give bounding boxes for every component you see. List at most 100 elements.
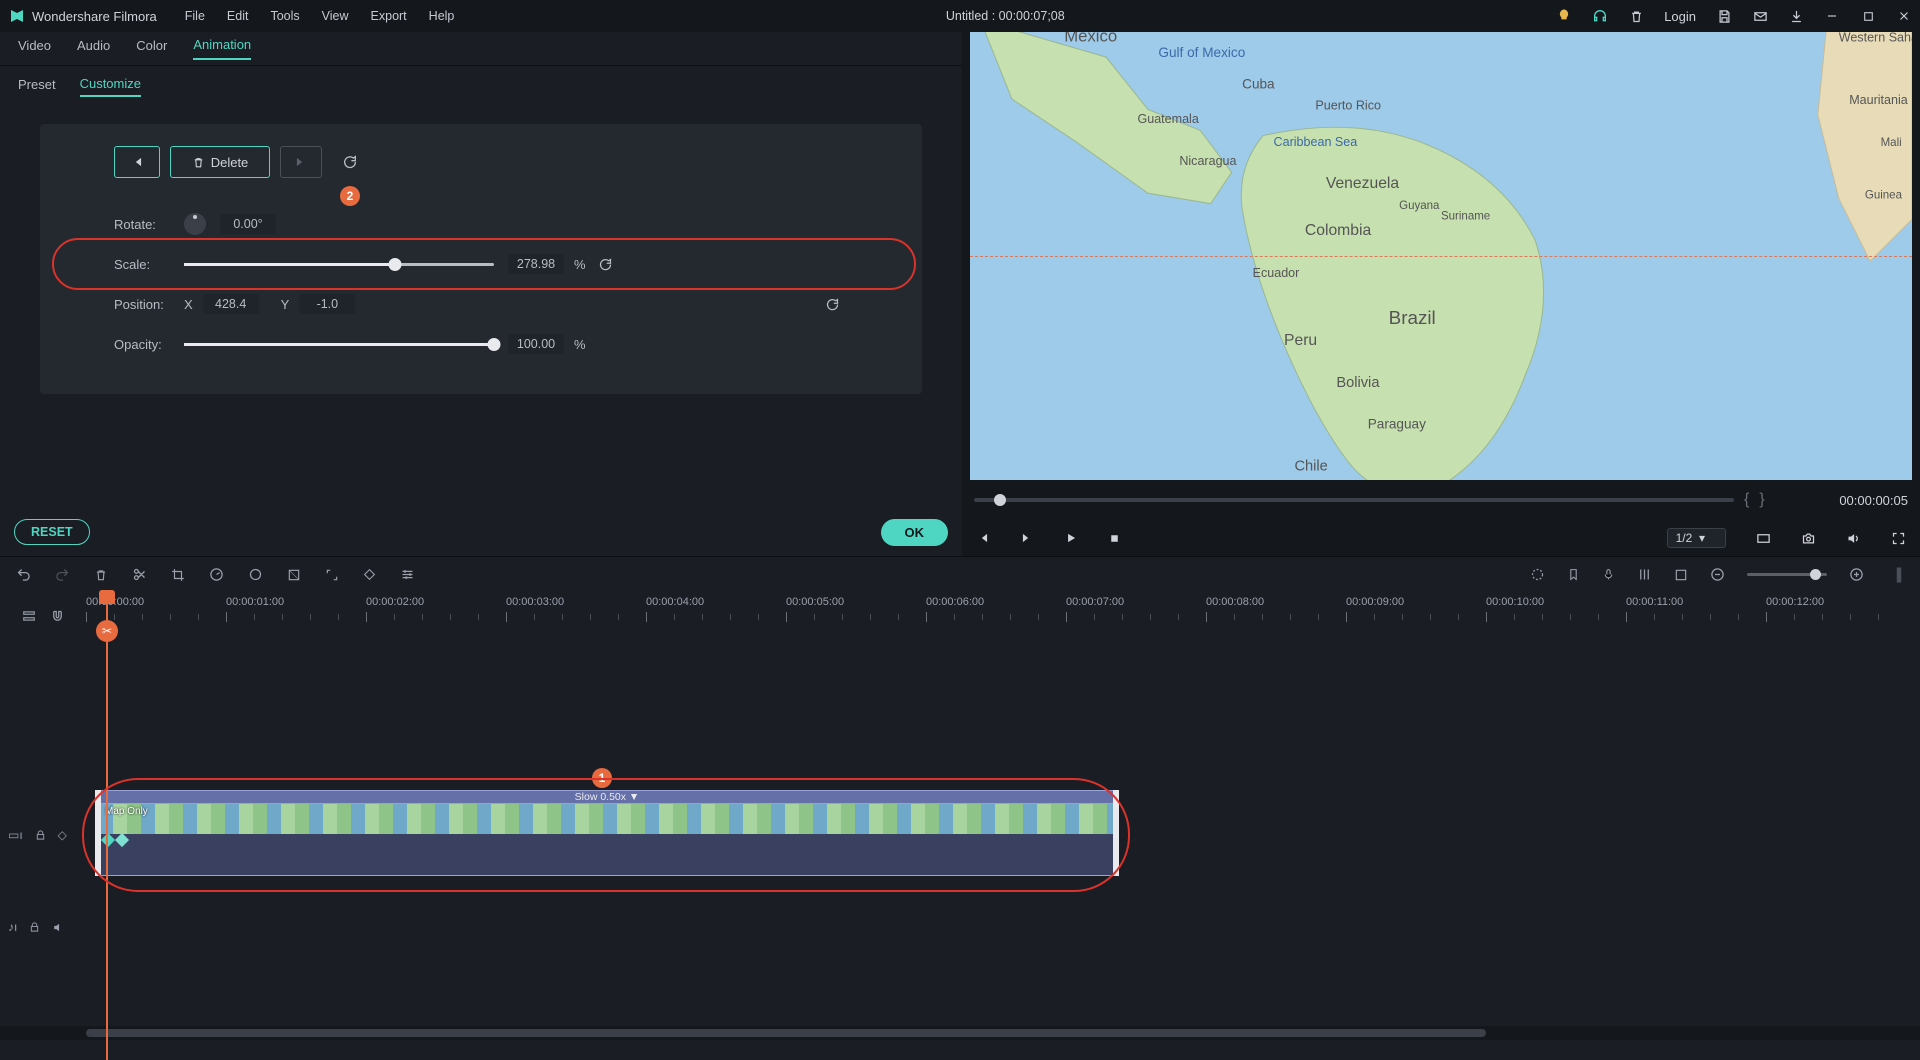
opacity-slider[interactable] xyxy=(184,343,494,346)
reset-button[interactable]: RESET xyxy=(14,519,90,545)
headset-icon[interactable] xyxy=(1592,8,1608,24)
prev-frame-icon[interactable] xyxy=(976,531,990,545)
subtab-preset[interactable]: Preset xyxy=(18,77,56,96)
svg-text:Caribbean Sea: Caribbean Sea xyxy=(1274,135,1358,149)
green-screen-icon[interactable] xyxy=(287,568,301,582)
opacity-row: Opacity: 100.00 % xyxy=(64,324,898,364)
svg-text:Cuba: Cuba xyxy=(1242,77,1275,92)
tab-animation[interactable]: Animation xyxy=(193,37,251,60)
svg-text:Gulf of Mexico: Gulf of Mexico xyxy=(1158,45,1245,60)
ok-button[interactable]: OK xyxy=(881,519,949,546)
volume-icon[interactable] xyxy=(1846,531,1861,546)
preview-progress[interactable] xyxy=(974,498,1734,502)
rotate-knob[interactable] xyxy=(184,213,206,235)
prev-keyframe-button[interactable] xyxy=(114,146,160,178)
tracks-area[interactable]: ▭ı ◇ Slow 0.50x ▼ Map Only xyxy=(0,640,1920,1026)
minimize-icon[interactable] xyxy=(1824,8,1840,24)
timeline-ruler[interactable]: 00:00:00:0000:00:01:0000:00:02:0000:00:0… xyxy=(86,592,1920,640)
document-title: Untitled : 00:00:07;08 xyxy=(454,9,1556,23)
opacity-unit: % xyxy=(574,337,586,352)
ruler-tick: 00:00:06:00 xyxy=(926,596,984,608)
maximize-icon[interactable] xyxy=(1860,8,1876,24)
menu-edit[interactable]: Edit xyxy=(227,9,249,23)
position-reset-icon[interactable] xyxy=(825,297,840,312)
delete-clip-icon[interactable] xyxy=(94,568,108,582)
scale-reset-icon[interactable] xyxy=(598,257,613,272)
zoom-fit-icon[interactable] xyxy=(1894,566,1904,584)
mail-icon[interactable] xyxy=(1752,8,1768,24)
svg-text:Ecuador: Ecuador xyxy=(1253,266,1300,280)
ruler-tick: 00:00:04:00 xyxy=(646,596,704,608)
timeline-scrollbar[interactable] xyxy=(0,1026,1920,1040)
track-toggle-icon[interactable]: ◇ xyxy=(58,828,67,842)
preview-quality-icon[interactable] xyxy=(1756,531,1771,546)
audio-mixer-icon[interactable] xyxy=(1637,567,1652,582)
mix-icon[interactable] xyxy=(1530,567,1545,582)
menu-view[interactable]: View xyxy=(322,9,349,23)
zoom-out-icon[interactable] xyxy=(1710,567,1725,582)
reset-keyframes-icon[interactable] xyxy=(342,154,358,170)
clip-handle-right[interactable] xyxy=(1113,790,1119,876)
clip-keyframe-strip[interactable] xyxy=(98,834,1116,846)
clip-handle-left[interactable] xyxy=(95,790,101,876)
split-icon[interactable] xyxy=(132,567,147,582)
download-icon[interactable] xyxy=(1788,8,1804,24)
redo-icon[interactable] xyxy=(55,567,70,582)
next-frame-icon[interactable] xyxy=(1020,531,1034,545)
login-link[interactable]: Login xyxy=(1664,9,1696,24)
next-keyframe-button xyxy=(280,146,322,178)
video-clip[interactable]: Slow 0.50x ▼ Map Only xyxy=(98,790,1116,876)
trash-icon[interactable] xyxy=(1628,8,1644,24)
scale-slider[interactable] xyxy=(184,263,494,266)
audio-mute-icon[interactable] xyxy=(52,921,65,934)
adjust-icon[interactable] xyxy=(400,567,415,582)
position-y-value[interactable]: -1.0 xyxy=(299,294,355,314)
timeline-zoom-slider[interactable] xyxy=(1747,573,1827,576)
rotate-value[interactable]: 0.00° xyxy=(220,214,276,234)
menu-export[interactable]: Export xyxy=(371,9,407,23)
track-lock-icon[interactable] xyxy=(35,829,46,841)
menu-tools[interactable]: Tools xyxy=(270,9,299,23)
crop-icon[interactable] xyxy=(171,568,185,582)
expand-icon[interactable] xyxy=(325,568,339,582)
mark-out-icon[interactable]: } xyxy=(1759,491,1764,509)
audio-lock-icon[interactable] xyxy=(29,921,40,933)
tab-video[interactable]: Video xyxy=(18,38,51,59)
playhead-scissors-icon[interactable]: ✂ xyxy=(96,620,118,642)
playhead[interactable]: ✂ xyxy=(106,592,108,1060)
fullscreen-icon[interactable] xyxy=(1891,531,1906,546)
menu-file[interactable]: File xyxy=(185,9,205,23)
svg-text:Colombia: Colombia xyxy=(1305,222,1372,239)
ruler-tick: 00:00:10:00 xyxy=(1486,596,1544,608)
zoom-in-icon[interactable] xyxy=(1849,567,1864,582)
tab-color[interactable]: Color xyxy=(136,38,167,59)
preview-canvas[interactable]: Mexico Gulf of Mexico Cuba Puerto Rico G… xyxy=(970,32,1912,480)
color-icon[interactable] xyxy=(248,567,263,582)
stop-icon[interactable] xyxy=(1108,532,1121,545)
opacity-value[interactable]: 100.00 xyxy=(508,334,564,354)
speed-icon[interactable] xyxy=(209,567,224,582)
keyframe-tool-icon[interactable] xyxy=(363,568,376,581)
delete-keyframe-button[interactable]: Delete xyxy=(170,146,270,178)
subtab-customize[interactable]: Customize xyxy=(80,76,141,97)
snapshot-icon[interactable] xyxy=(1801,531,1816,546)
track-type-video-icon: ▭ı xyxy=(8,828,23,842)
menu-help[interactable]: Help xyxy=(429,9,455,23)
clip-speed-bar[interactable]: Slow 0.50x ▼ xyxy=(98,790,1116,804)
render-icon[interactable] xyxy=(1674,568,1688,582)
undo-icon[interactable] xyxy=(16,567,31,582)
track-manager-icon[interactable] xyxy=(22,609,36,623)
magnet-icon[interactable] xyxy=(50,609,65,624)
position-label: Position: xyxy=(114,297,184,312)
close-icon[interactable] xyxy=(1896,8,1912,24)
preview-zoom-select[interactable]: 1/2 ▾ xyxy=(1667,528,1726,548)
tab-audio[interactable]: Audio xyxy=(77,38,110,59)
play-icon[interactable] xyxy=(1064,531,1078,545)
marker-icon[interactable] xyxy=(1567,567,1580,582)
scale-value[interactable]: 278.98 xyxy=(508,254,564,274)
mark-in-icon[interactable]: { xyxy=(1744,491,1749,509)
lightbulb-icon[interactable] xyxy=(1556,8,1572,24)
position-x-value[interactable]: 428.4 xyxy=(203,294,259,314)
voiceover-icon[interactable] xyxy=(1602,567,1615,582)
save-icon[interactable] xyxy=(1716,8,1732,24)
